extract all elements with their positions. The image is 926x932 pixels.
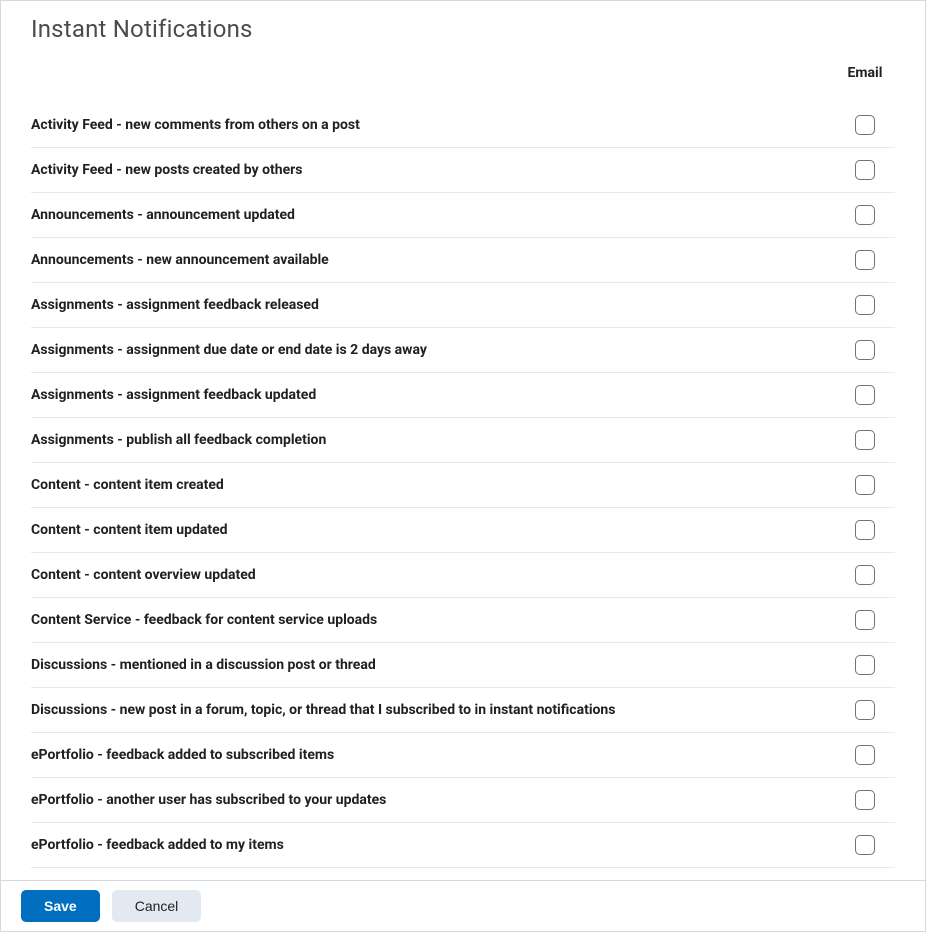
email-checkbox[interactable] <box>855 160 875 180</box>
email-checkbox[interactable] <box>855 385 875 405</box>
email-checkbox[interactable] <box>855 475 875 495</box>
table-row: Assignments - publish all feedback compl… <box>31 418 895 463</box>
email-checkbox[interactable] <box>855 655 875 675</box>
notification-label: Discussions - new post in a forum, topic… <box>31 688 835 733</box>
table-row: Content - content item updated <box>31 508 895 553</box>
email-checkbox[interactable] <box>855 610 875 630</box>
email-checkbox[interactable] <box>855 520 875 540</box>
email-cell <box>835 688 895 733</box>
table-row: Assignments - assignment feedback update… <box>31 373 895 418</box>
notification-label: Content - content overview updated <box>31 553 835 598</box>
table-row: Assignments - assignment due date or end… <box>31 328 895 373</box>
email-cell <box>835 553 895 598</box>
notification-label: Announcements - new announcement availab… <box>31 238 835 283</box>
table-row: ePortfolio - feedback added to subscribe… <box>31 733 895 778</box>
save-button[interactable]: Save <box>21 890 100 922</box>
table-row: Announcements - announcement updated <box>31 193 895 238</box>
email-cell <box>835 643 895 688</box>
action-bar: Save Cancel <box>1 880 925 931</box>
section-heading: Instant Notifications <box>31 15 895 43</box>
email-checkbox[interactable] <box>855 115 875 135</box>
email-cell <box>835 778 895 823</box>
email-cell <box>835 823 895 868</box>
table-row: ePortfolio - feedback added to my items <box>31 823 895 868</box>
email-checkbox[interactable] <box>855 295 875 315</box>
email-checkbox[interactable] <box>855 205 875 225</box>
notifications-table: Email Activity Feed - new comments from … <box>31 65 895 880</box>
table-row: Activity Feed - new posts created by oth… <box>31 148 895 193</box>
notification-label: Content - content item created <box>31 463 835 508</box>
notification-settings-frame: Instant Notifications Email Activity Fee… <box>0 0 926 932</box>
email-checkbox[interactable] <box>855 565 875 585</box>
table-row: Discussions - new post in a forum, topic… <box>31 688 895 733</box>
email-cell <box>835 193 895 238</box>
email-checkbox[interactable] <box>855 430 875 450</box>
notification-label: Grades - grade item released <box>31 868 835 881</box>
notification-label: Assignments - assignment due date or end… <box>31 328 835 373</box>
email-checkbox[interactable] <box>855 835 875 855</box>
email-cell <box>835 733 895 778</box>
notification-label: Assignments - assignment feedback releas… <box>31 283 835 328</box>
notification-label: Announcements - announcement updated <box>31 193 835 238</box>
email-cell <box>835 283 895 328</box>
table-row: Content - content item created <box>31 463 895 508</box>
scroll-area: Instant Notifications Email Activity Fee… <box>1 1 925 880</box>
email-checkbox[interactable] <box>855 745 875 765</box>
column-header-email: Email <box>835 65 895 103</box>
email-cell <box>835 373 895 418</box>
table-row: ePortfolio - another user has subscribed… <box>31 778 895 823</box>
table-row: Activity Feed - new comments from others… <box>31 103 895 148</box>
email-cell <box>835 418 895 463</box>
email-cell <box>835 508 895 553</box>
notification-label: Content Service - feedback for content s… <box>31 598 835 643</box>
email-cell <box>835 328 895 373</box>
notification-label: Activity Feed - new comments from others… <box>31 103 835 148</box>
table-row: Assignments - assignment feedback releas… <box>31 283 895 328</box>
table-row: Discussions - mentioned in a discussion … <box>31 643 895 688</box>
email-cell <box>835 463 895 508</box>
column-header-label <box>31 65 835 103</box>
email-cell <box>835 238 895 283</box>
email-checkbox[interactable] <box>855 790 875 810</box>
email-cell <box>835 103 895 148</box>
notification-label: Assignments - assignment feedback update… <box>31 373 835 418</box>
email-checkbox[interactable] <box>855 700 875 720</box>
notification-label: Assignments - publish all feedback compl… <box>31 418 835 463</box>
email-cell <box>835 598 895 643</box>
table-row: Grades - grade item released <box>31 868 895 881</box>
notification-label: ePortfolio - another user has subscribed… <box>31 778 835 823</box>
email-checkbox[interactable] <box>855 340 875 360</box>
notification-label: Discussions - mentioned in a discussion … <box>31 643 835 688</box>
notification-label: ePortfolio - feedback added to my items <box>31 823 835 868</box>
table-row: Announcements - new announcement availab… <box>31 238 895 283</box>
notification-label: ePortfolio - feedback added to subscribe… <box>31 733 835 778</box>
email-checkbox[interactable] <box>855 250 875 270</box>
email-cell <box>835 148 895 193</box>
notification-label: Content - content item updated <box>31 508 835 553</box>
notification-label: Activity Feed - new posts created by oth… <box>31 148 835 193</box>
table-row: Content Service - feedback for content s… <box>31 598 895 643</box>
table-row: Content - content overview updated <box>31 553 895 598</box>
cancel-button[interactable]: Cancel <box>112 890 202 922</box>
email-cell <box>835 868 895 881</box>
